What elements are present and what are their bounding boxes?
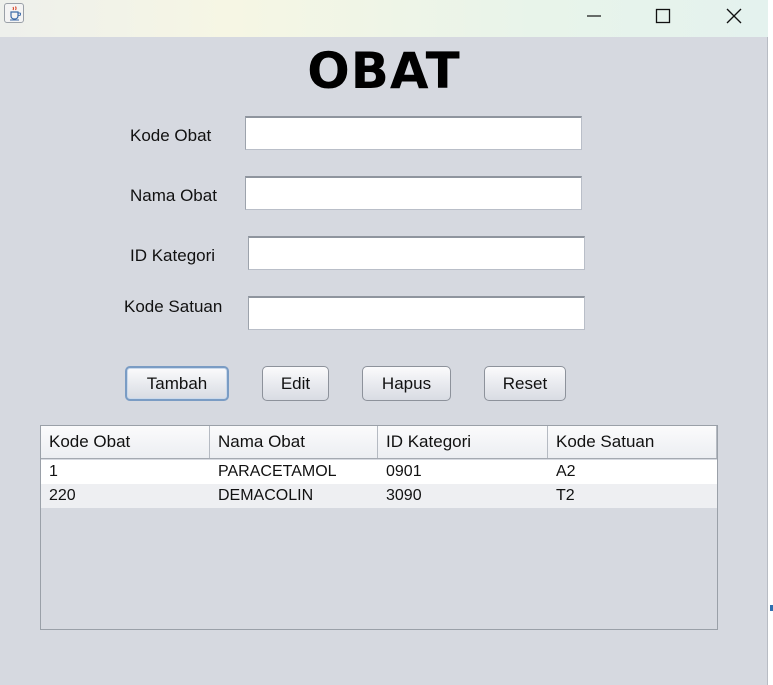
minimize-icon[interactable] [584, 6, 604, 26]
column-header-id-kategori[interactable]: ID Kategori [378, 426, 548, 458]
tambah-button[interactable]: Tambah [125, 366, 229, 401]
column-header-kode-satuan[interactable]: Kode Satuan [548, 426, 717, 458]
nama-obat-label: Nama Obat [130, 186, 217, 205]
cell-id-kategori: 0901 [386, 463, 422, 480]
cell-id-kategori: 3090 [386, 487, 422, 504]
column-header-nama-obat[interactable]: Nama Obat [210, 426, 378, 458]
close-icon[interactable] [724, 6, 744, 26]
kode-obat-input[interactable] [245, 116, 582, 150]
kode-obat-label: Kode Obat [130, 126, 212, 145]
edit-button[interactable]: Edit [262, 366, 329, 401]
app-window: OBAT Kode Obat Nama Obat ID Kategori Kod… [0, 0, 768, 685]
id-kategori-label: ID Kategori [130, 246, 216, 265]
maximize-icon[interactable] [653, 6, 673, 26]
table-row[interactable]: 1 PARACETAMOL 0901 A2 [41, 460, 717, 484]
java-cup-icon[interactable] [4, 3, 24, 23]
cell-kode-satuan: A2 [556, 463, 576, 480]
table-row[interactable]: 220 DEMACOLIN 3090 T2 [41, 484, 717, 508]
cell-nama-obat: DEMACOLIN [218, 487, 314, 504]
cell-kode-obat: 220 [49, 487, 76, 504]
column-header-kode-obat[interactable]: Kode Obat [41, 426, 210, 458]
hapus-button[interactable]: Hapus [362, 366, 451, 401]
desktop-edge [768, 0, 773, 685]
cell-nama-obat: PARACETAMOL [218, 463, 337, 480]
table-header: Kode Obat Nama Obat ID Kategori Kode Sat… [41, 426, 717, 459]
form-title: OBAT [307, 42, 461, 100]
cell-kode-obat: 1 [49, 463, 58, 480]
title-bar[interactable] [0, 0, 768, 37]
kode-satuan-label: Kode Satuan [124, 297, 223, 316]
id-kategori-input[interactable] [248, 236, 585, 270]
obat-table[interactable]: Kode Obat Nama Obat ID Kategori Kode Sat… [40, 425, 718, 630]
cell-kode-satuan: T2 [556, 487, 575, 504]
kode-satuan-input[interactable] [248, 296, 585, 330]
nama-obat-input[interactable] [245, 176, 582, 210]
reset-button[interactable]: Reset [484, 366, 566, 401]
